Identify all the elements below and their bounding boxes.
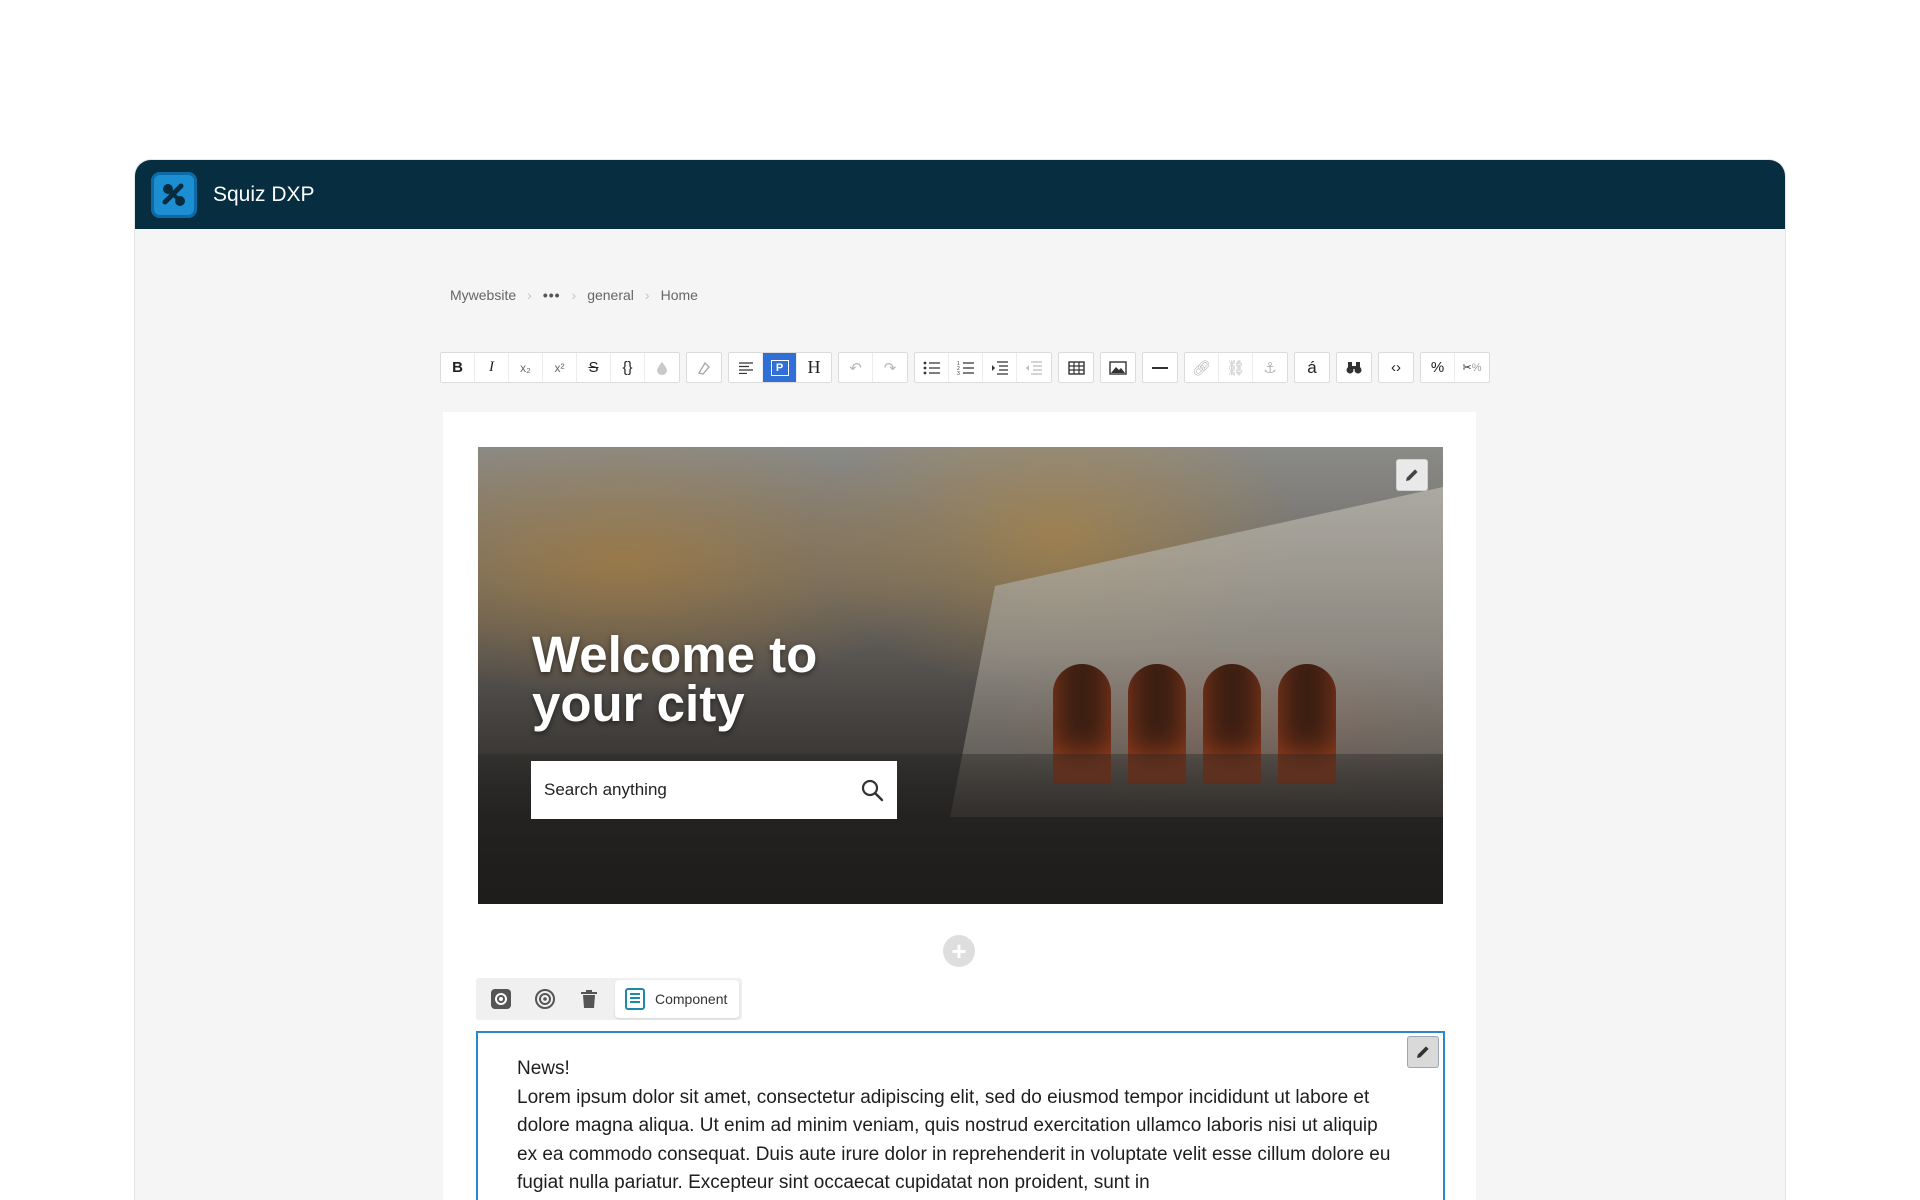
- unlink-icon[interactable]: ⛓︎: [1219, 353, 1253, 382]
- paragraph-button[interactable]: P: [763, 353, 797, 382]
- superscript-button[interactable]: x²: [543, 353, 577, 382]
- indent-icon[interactable]: [983, 353, 1017, 382]
- settings-gear-icon[interactable]: [479, 980, 523, 1018]
- breadcrumb-item-mywebsite[interactable]: Mywebsite: [450, 287, 516, 303]
- special-char-button[interactable]: á: [1295, 353, 1329, 382]
- breadcrumb-ellipsis[interactable]: •••: [543, 287, 561, 303]
- chevron-right-icon: ›: [644, 287, 650, 303]
- component-icon: [625, 988, 645, 1010]
- table-icon[interactable]: [1059, 353, 1093, 382]
- remove-keyword-button[interactable]: ✂︎%: [1455, 353, 1489, 382]
- toolbar-group-format: B I x₂ x² S {}: [440, 352, 680, 383]
- editor-toolbar: B I x₂ x² S {} P H ↶ ↷ 1 2 3 🔗︎ ⛓︎ ⚓︎ á …: [440, 352, 1496, 383]
- app-title: Squiz DXP: [213, 182, 315, 206]
- trash-icon[interactable]: [567, 980, 611, 1018]
- breadcrumb-item-home[interactable]: Home: [661, 287, 698, 303]
- news-heading: News!: [517, 1058, 570, 1079]
- breadcrumb-item-general[interactable]: general: [587, 287, 634, 303]
- component-chip[interactable]: Component: [615, 980, 740, 1018]
- news-body: Lorem ipsum dolor sit amet, consectetur …: [517, 1086, 1391, 1194]
- toolbar-group-image: [1100, 352, 1136, 383]
- toolbar-group-source: ‹›: [1378, 352, 1414, 383]
- toolbar-group-links: 🔗︎ ⛓︎ ⚓︎: [1184, 352, 1288, 383]
- search-icon[interactable]: [860, 778, 884, 802]
- code-braces-icon[interactable]: {}: [611, 353, 645, 382]
- strikethrough-icon[interactable]: S: [577, 353, 611, 382]
- breadcrumb: Mywebsite › ••• › general › Home: [450, 287, 698, 303]
- heading-button[interactable]: H: [797, 353, 831, 382]
- horizontal-rule-icon[interactable]: [1143, 353, 1177, 382]
- undo-icon[interactable]: ↶: [839, 353, 873, 382]
- search-placeholder: Search anything: [544, 780, 667, 799]
- toolbar-group-find: [1336, 352, 1372, 383]
- paragraph-icon: P: [770, 359, 789, 376]
- redo-icon[interactable]: ↷: [873, 353, 907, 382]
- title-bar: Squiz DXP: [135, 160, 1785, 229]
- pencil-icon: [1406, 469, 1418, 481]
- toolbar-group-clear: [686, 352, 722, 383]
- image-icon[interactable]: [1101, 353, 1135, 382]
- link-icon[interactable]: 🔗︎: [1185, 353, 1219, 382]
- hero-search-input[interactable]: Search anything: [531, 761, 897, 819]
- squiz-logo-icon[interactable]: [151, 171, 197, 218]
- toolbar-group-rule: [1142, 352, 1178, 383]
- svg-text:3: 3: [957, 371, 960, 375]
- bold-button[interactable]: B: [441, 353, 475, 382]
- hero-banner: Welcome to your city Search anything: [478, 447, 1443, 904]
- chevron-right-icon: ›: [527, 287, 532, 303]
- chevron-right-icon: ›: [571, 287, 577, 303]
- bullet-list-icon[interactable]: [915, 353, 949, 382]
- edit-hero-button[interactable]: [1396, 459, 1428, 491]
- toolbar-group-lists: 123: [914, 352, 1052, 383]
- italic-button[interactable]: I: [475, 353, 509, 382]
- source-code-icon[interactable]: ‹›: [1379, 353, 1413, 382]
- keyword-button[interactable]: %: [1421, 353, 1455, 382]
- align-left-icon[interactable]: [729, 353, 763, 382]
- subscript-button[interactable]: x₂: [509, 353, 543, 382]
- component-chip-label: Component: [655, 991, 728, 1007]
- color-drop-icon[interactable]: [645, 353, 679, 382]
- page-canvas: Welcome to your city Search anything + C…: [443, 412, 1476, 1200]
- edit-content-button[interactable]: [1407, 1036, 1439, 1068]
- component-toolbar: Component: [476, 978, 743, 1020]
- anchor-icon[interactable]: ⚓︎: [1253, 353, 1287, 382]
- target-icon[interactable]: [523, 980, 567, 1018]
- toolbar-group-char: á: [1294, 352, 1330, 383]
- toolbar-group-keywords: % ✂︎%: [1420, 352, 1490, 383]
- hero-title[interactable]: Welcome to your city: [532, 629, 892, 729]
- outdent-icon[interactable]: [1017, 353, 1051, 382]
- toolbar-group-block: P H: [728, 352, 832, 383]
- toolbar-group-history: ↶ ↷: [838, 352, 908, 383]
- pencil-icon: [1417, 1046, 1429, 1058]
- clear-format-icon[interactable]: [687, 353, 721, 382]
- toolbar-group-table: [1058, 352, 1094, 383]
- add-component-button[interactable]: +: [943, 935, 975, 967]
- app-window: Squiz DXP Mywebsite › ••• › general › Ho…: [135, 160, 1785, 1200]
- find-binoculars-icon[interactable]: [1337, 353, 1371, 382]
- numbered-list-icon[interactable]: 123: [949, 353, 983, 382]
- news-content-block[interactable]: News! Lorem ipsum dolor sit amet, consec…: [476, 1031, 1445, 1200]
